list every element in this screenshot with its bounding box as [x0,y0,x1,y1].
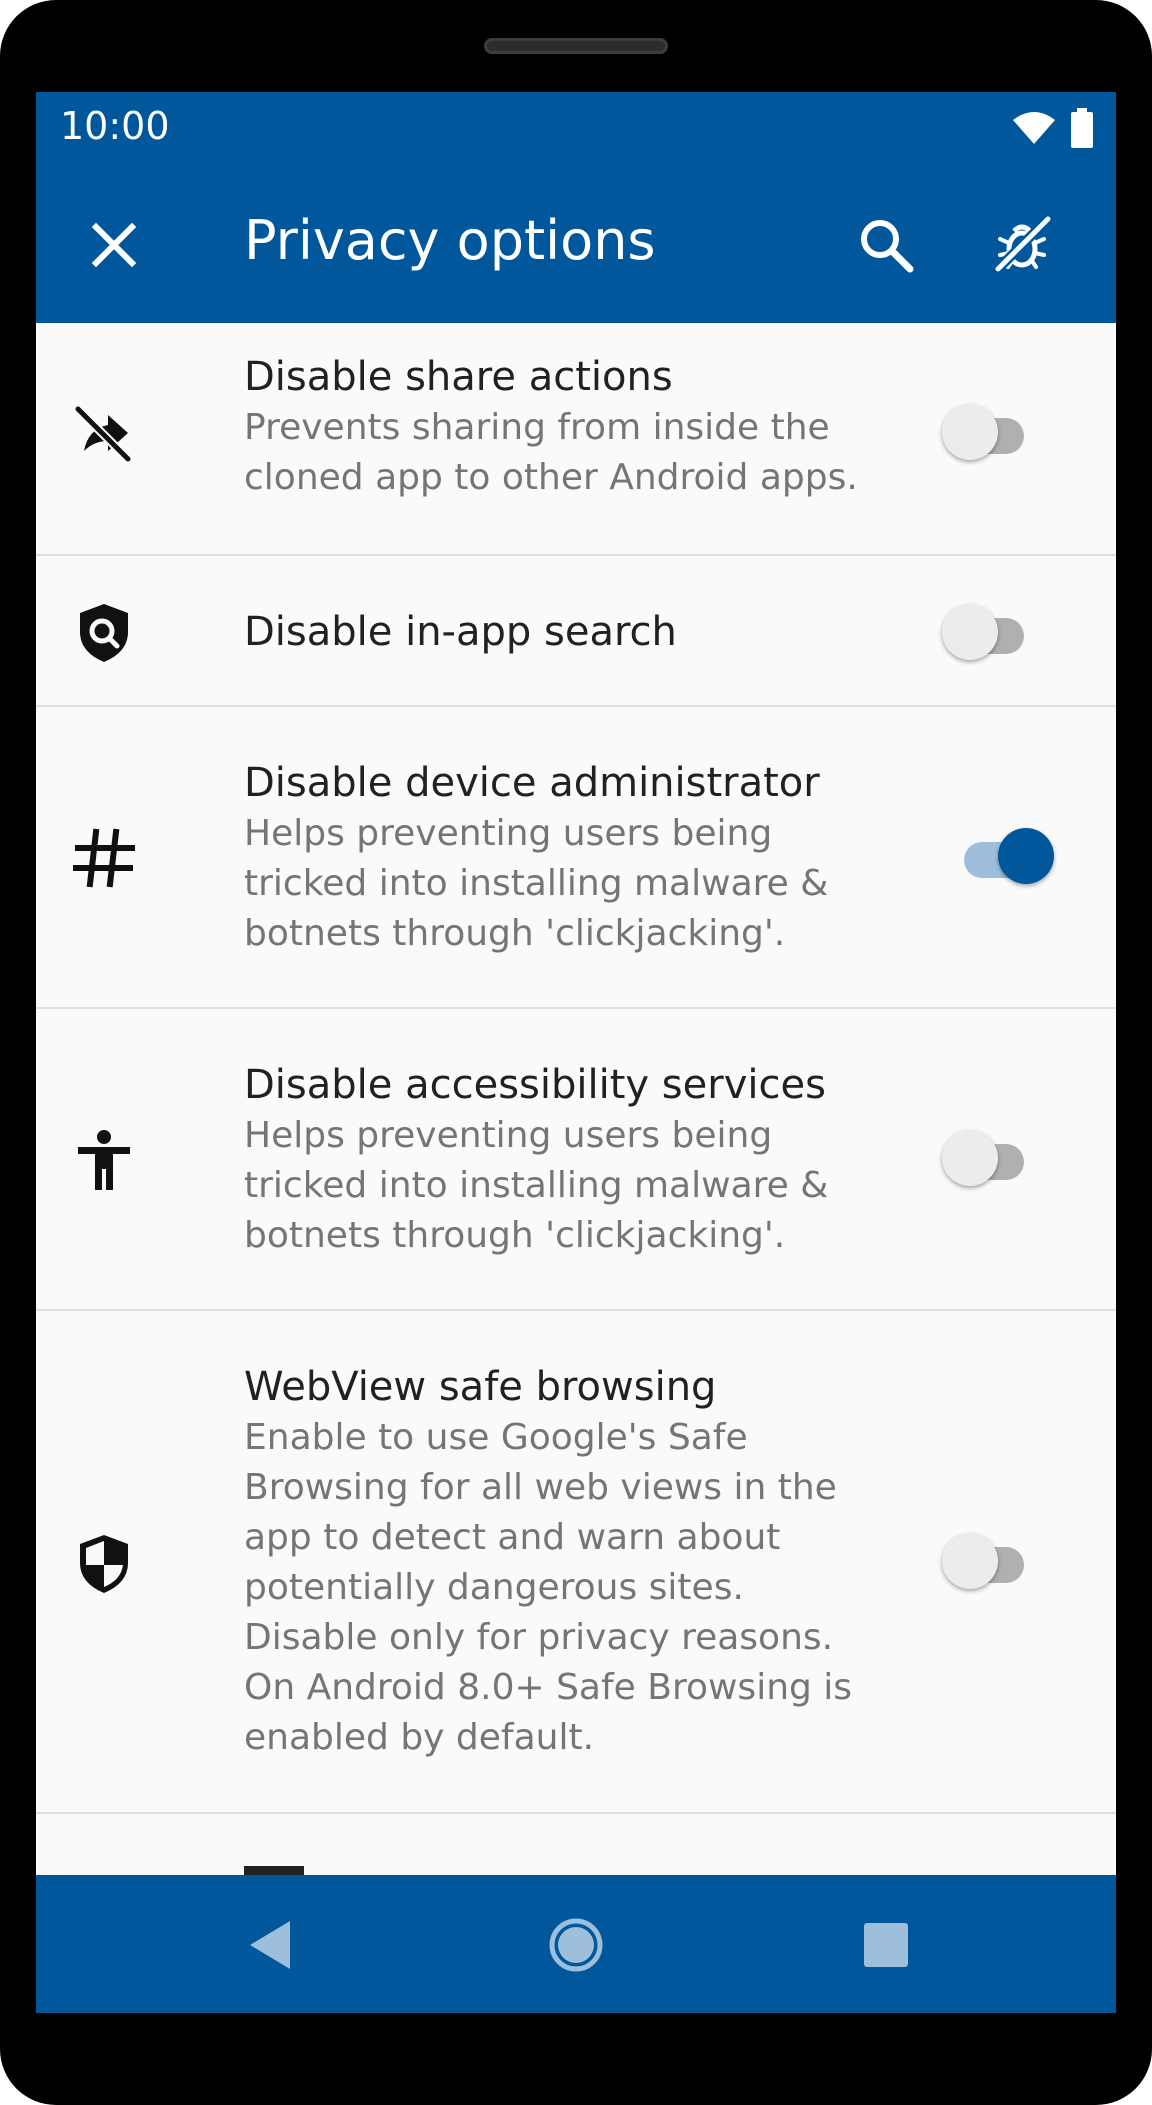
switch-thumb [942,604,998,660]
toggle-switch[interactable] [936,1529,1046,1593]
screen: 10:00 Privacy options Disable share acti… [36,92,1116,2013]
switch-thumb [942,404,998,460]
speaker-grille [484,38,668,54]
home-circle-icon[interactable] [546,1915,606,1975]
navigation-bar [36,1875,1116,2013]
status-time: 10:00 [60,104,170,148]
toggle-switch[interactable] [936,400,1046,464]
pref-text: Disable accessibility services Helps pre… [244,1059,884,1261]
bug-off-icon[interactable] [990,213,1054,277]
switch-thumb [998,828,1054,884]
pref-summary: Helps preventing users being tricked int… [244,813,829,954]
status-bar: 10:00 [36,92,1116,167]
accessibility-icon [78,1130,130,1190]
wifi-icon [1013,112,1055,144]
share-off-icon [74,405,132,463]
back-triangle-icon[interactable] [242,1915,302,1975]
recents-square-icon[interactable] [856,1915,916,1975]
pref-row-webview-safe-browsing[interactable]: WebView safe browsing Enable to use Goog… [36,1311,1116,1814]
switch-thumb [942,1533,998,1589]
pref-text: WebView safe browsing Enable to use Goog… [244,1361,884,1763]
switch-thumb [942,1130,998,1186]
shield-half-icon [80,1535,128,1593]
toggle-switch[interactable] [936,1126,1046,1190]
shield-search-icon [80,604,128,662]
pref-text: Disable share actions Prevents sharing f… [244,351,884,503]
pref-title: WebView safe browsing [244,1364,717,1410]
device-frame: 10:00 Privacy options Disable share acti… [0,0,1152,2105]
pref-title: Disable share actions [244,354,673,400]
toggle-switch[interactable] [942,824,1054,888]
toggle-switch[interactable] [936,600,1046,664]
pref-text: Disable in-app search [244,606,884,658]
pref-title: Disable in-app search [244,609,677,655]
pref-row-disable-share[interactable]: Disable share actions Prevents sharing f… [36,323,1116,556]
hash-icon [73,828,135,888]
search-icon[interactable] [856,215,916,275]
pref-title: Disable device administrator [244,760,820,806]
battery-icon [1071,108,1093,148]
page-title: Privacy options [244,209,656,272]
pref-title: Disable accessibility services [244,1062,826,1108]
pref-row-disable-device-admin[interactable]: Disable device administrator Helps preve… [36,707,1116,1009]
status-icons [1012,108,1094,148]
pref-row-disable-accessibility[interactable]: Disable accessibility services Helps pre… [36,1009,1116,1311]
pref-summary: Helps preventing users being tricked int… [244,1115,829,1256]
pref-row-disable-search[interactable]: Disable in-app search [36,556,1116,707]
close-icon[interactable] [86,217,142,273]
pref-summary: Prevents sharing from inside the cloned … [244,407,858,498]
preference-list: Disable share actions Prevents sharing f… [36,323,1116,1814]
pref-summary: Enable to use Google's Safe Browsing for… [244,1417,853,1758]
toolbar: Privacy options [36,167,1116,323]
pref-text: Disable device administrator Helps preve… [244,757,884,959]
